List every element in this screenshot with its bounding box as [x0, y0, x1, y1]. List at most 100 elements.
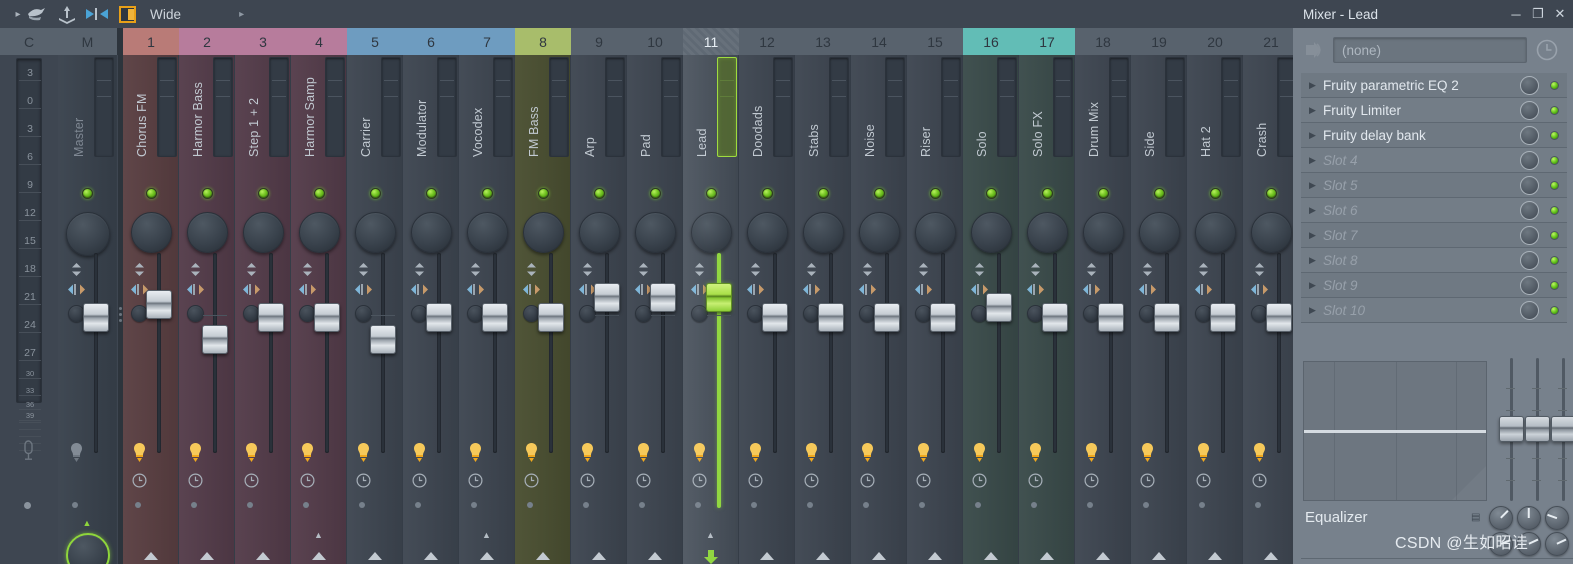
- track-clock-icon[interactable]: [468, 473, 483, 488]
- channel-strip-vocodex[interactable]: Vocodex ▲: [459, 55, 515, 564]
- track-fader-rail[interactable]: [1053, 253, 1057, 453]
- track-volume-knob[interactable]: [1026, 212, 1068, 253]
- track-enable-led[interactable]: [145, 188, 157, 199]
- send-triangle-icon[interactable]: [928, 552, 942, 560]
- slot-enable-led[interactable]: [1550, 156, 1559, 165]
- send-triangle-icon[interactable]: [648, 552, 662, 560]
- track-enable-led[interactable]: [1041, 188, 1053, 199]
- track-fader-handle[interactable]: [986, 292, 1012, 322]
- channel-strip-step-1-2[interactable]: Step 1 + 2: [235, 55, 291, 564]
- track-fader-rail[interactable]: [269, 253, 273, 453]
- track-number-6[interactable]: 6: [403, 28, 459, 55]
- track-record-dot[interactable]: [303, 502, 309, 508]
- channel-strip-chorus-fm[interactable]: Chorus FM: [123, 55, 179, 564]
- track-clock-icon[interactable]: [916, 473, 931, 488]
- track-fader-handle[interactable]: [1098, 303, 1124, 332]
- track-pan-knob[interactable]: [67, 305, 85, 322]
- track-record-dot[interactable]: [919, 502, 925, 508]
- send-triangle-icon[interactable]: [1208, 552, 1222, 560]
- track-lamp-icon[interactable]: [1252, 443, 1267, 462]
- track-fader-rail[interactable]: [997, 253, 1001, 453]
- track-volume-knob[interactable]: [690, 212, 732, 253]
- eq-knob-high-freq[interactable]: [1545, 532, 1569, 556]
- track-lamp-icon[interactable]: [188, 443, 203, 462]
- send-triangle-icon[interactable]: [144, 552, 158, 560]
- track-pan-knob[interactable]: [355, 305, 372, 322]
- track-clock-icon[interactable]: [636, 473, 651, 488]
- stereo-separation-icon[interactable]: [1253, 263, 1266, 276]
- track-volume-knob[interactable]: [1082, 212, 1124, 253]
- track-lamp-icon[interactable]: [356, 443, 371, 462]
- track-number-1[interactable]: 1: [123, 28, 179, 55]
- track-pan-knob[interactable]: [187, 305, 204, 322]
- track-record-dot[interactable]: [807, 502, 813, 508]
- track-fader-handle[interactable]: [1210, 303, 1236, 332]
- slot-enable-led[interactable]: [1550, 106, 1559, 115]
- track-name[interactable]: Riser: [919, 127, 933, 157]
- track-clock-icon[interactable]: [1028, 473, 1043, 488]
- slot-label[interactable]: Slot 10: [1323, 303, 1365, 318]
- slot-expand-arrow-icon[interactable]: ▶: [1309, 280, 1319, 291]
- send-triangle-icon[interactable]: [312, 552, 326, 560]
- channel-strip-solo[interactable]: Solo: [963, 55, 1019, 564]
- stereo-swap-icon[interactable]: [523, 283, 540, 296]
- send-triangle-icon[interactable]: [592, 552, 606, 560]
- track-enable-led[interactable]: [929, 188, 941, 199]
- track-name[interactable]: Harmor Samp: [303, 77, 317, 157]
- track-enable-led[interactable]: [425, 188, 437, 199]
- track-lamp-icon[interactable]: [132, 443, 147, 462]
- send-triangle-icon[interactable]: [256, 552, 270, 560]
- track-lamp-icon[interactable]: [1196, 443, 1211, 462]
- track-enable-led[interactable]: [705, 188, 717, 199]
- track-lamp-icon[interactable]: [916, 443, 931, 462]
- track-clock-icon[interactable]: [692, 473, 707, 488]
- track-volume-knob[interactable]: [634, 212, 676, 253]
- track-number-18[interactable]: 18: [1075, 28, 1131, 55]
- track-enable-led[interactable]: [1097, 188, 1109, 199]
- track-enable-led[interactable]: [761, 188, 773, 199]
- track-record-dot[interactable]: [191, 502, 197, 508]
- track-volume-knob[interactable]: [746, 212, 788, 253]
- stereo-separation-icon[interactable]: [1141, 263, 1154, 276]
- slot-label[interactable]: Slot 4: [1323, 153, 1358, 168]
- track-enable-led[interactable]: [649, 188, 661, 199]
- stereo-separation-icon[interactable]: [917, 263, 930, 276]
- slot-label[interactable]: Fruity Limiter: [1323, 103, 1401, 118]
- link-channels-icon[interactable]: [82, 0, 112, 28]
- slot-label[interactable]: Slot 7: [1323, 228, 1358, 243]
- track-clock-icon[interactable]: [1084, 473, 1099, 488]
- track-fader-rail[interactable]: [885, 253, 889, 453]
- track-number-10[interactable]: 10: [627, 28, 683, 55]
- track-volume-knob[interactable]: [970, 212, 1012, 253]
- track-fader-handle[interactable]: [706, 282, 732, 312]
- stereo-swap-icon[interactable]: [355, 283, 372, 296]
- stereo-swap-icon[interactable]: [243, 283, 260, 296]
- track-record-dot[interactable]: [751, 502, 757, 508]
- slot-enable-led[interactable]: [1550, 131, 1559, 140]
- track-clock-icon[interactable]: [1252, 473, 1267, 488]
- eq-knob-high-gain[interactable]: [1545, 506, 1569, 530]
- track-name[interactable]: Side: [1143, 131, 1157, 157]
- microphone-icon[interactable]: [20, 440, 37, 462]
- track-clock-icon[interactable]: [972, 473, 987, 488]
- stereo-separation-icon[interactable]: [805, 263, 818, 276]
- channel-strip-crash[interactable]: Crash: [1243, 55, 1293, 564]
- track-lamp-icon[interactable]: [412, 443, 427, 462]
- track-enable-led[interactable]: [369, 188, 381, 199]
- track-enable-led[interactable]: [537, 188, 549, 199]
- channel-strip-harmor-samp[interactable]: Harmor Samp ▲: [291, 55, 347, 564]
- track-fader-handle[interactable]: [202, 324, 228, 354]
- maximize-button[interactable]: ❐: [1527, 0, 1549, 28]
- slot-mix-knob[interactable]: [1520, 251, 1539, 270]
- stereo-separation-icon[interactable]: [1029, 263, 1042, 276]
- send-triangle-icon[interactable]: [1040, 552, 1054, 560]
- track-fader-rail[interactable]: [829, 253, 833, 453]
- effect-slot-8[interactable]: ▶ Slot 8: [1301, 248, 1567, 273]
- track-fader-handle[interactable]: [538, 303, 564, 332]
- track-fader-rail[interactable]: [157, 253, 161, 453]
- track-lamp-icon[interactable]: [860, 443, 875, 462]
- slot-label[interactable]: Fruity parametric EQ 2: [1323, 78, 1459, 93]
- track-name[interactable]: Chorus FM: [135, 93, 149, 157]
- channel-strip-carrier[interactable]: Carrier: [347, 55, 403, 564]
- track-number-9[interactable]: 9: [571, 28, 627, 55]
